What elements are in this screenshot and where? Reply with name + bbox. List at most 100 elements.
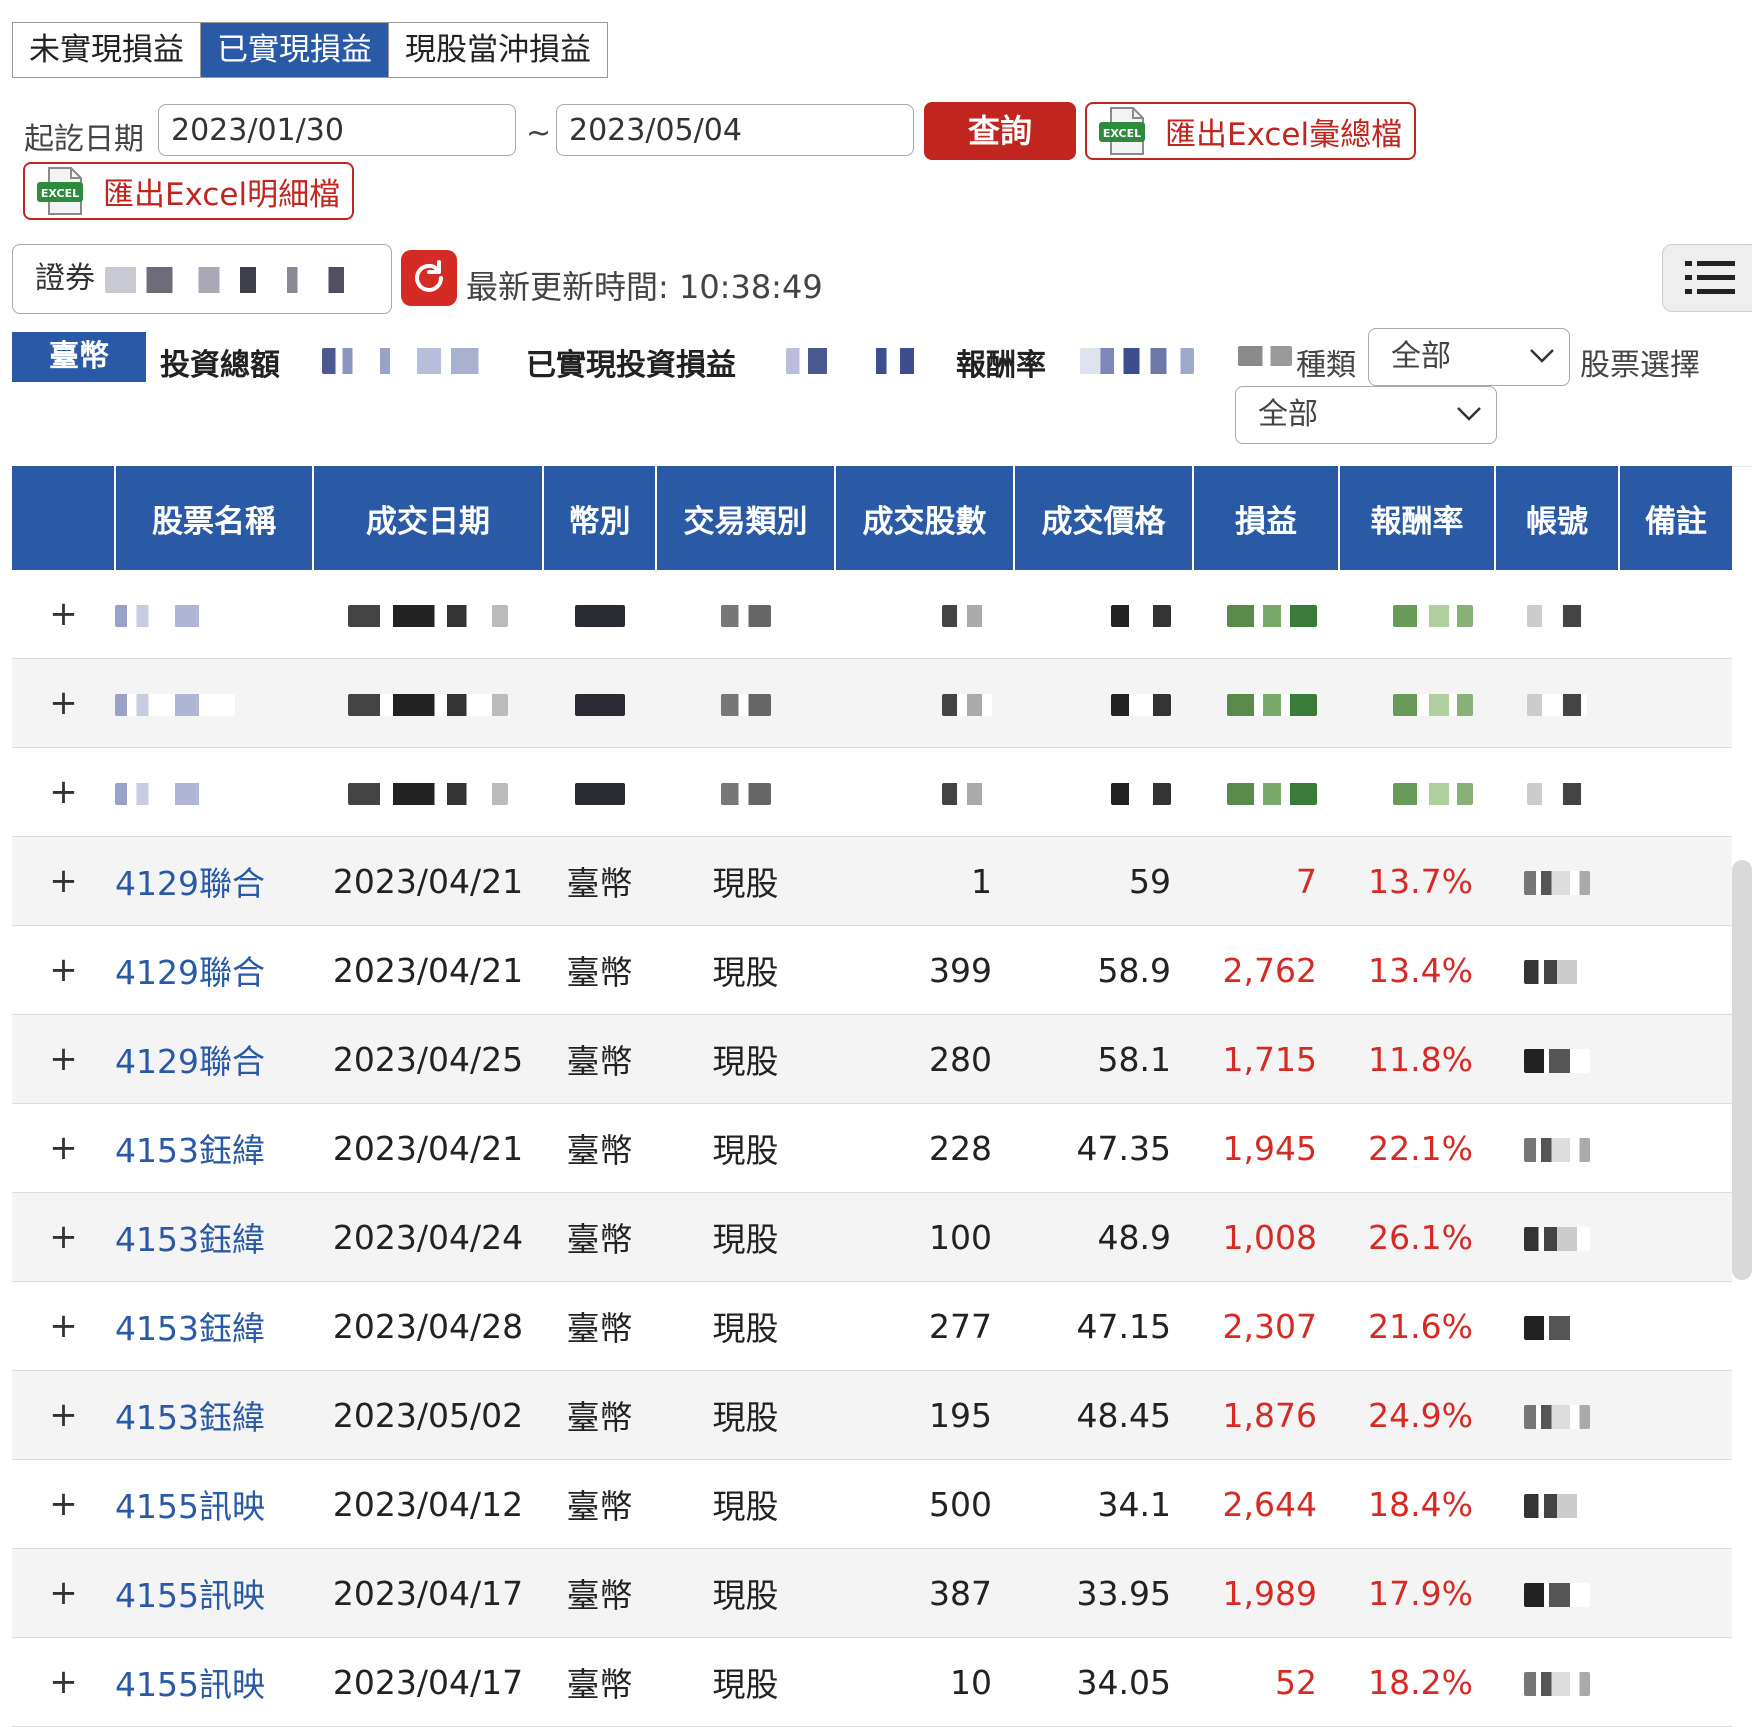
shares-cell xyxy=(835,747,1014,837)
stock-name-cell[interactable]: 4153鈺緯 xyxy=(115,1370,313,1460)
table-row[interactable]: +4155訊映 2023/04/12 臺幣 現股 500 34.1 2,644 18.4% xyxy=(12,1459,1732,1549)
tab-daytrade[interactable]: 現股當沖損益 xyxy=(389,23,607,77)
export-detail-button[interactable]: EXCEL 匯出Excel明細檔 xyxy=(23,162,355,220)
stock-name-link[interactable]: 4155訊映 xyxy=(115,1487,265,1526)
stock-name-link[interactable]: 4129聯合 xyxy=(115,953,265,992)
table-row[interactable]: + xyxy=(12,658,1732,748)
refresh-button[interactable] xyxy=(401,250,457,306)
account-select[interactable]: 證券 xyxy=(12,244,392,314)
stock-name-cell[interactable] xyxy=(115,747,313,837)
table-row[interactable]: + xyxy=(12,570,1732,659)
stock-name-cell[interactable]: 4155訊映 xyxy=(115,1548,313,1638)
stock-name-cell[interactable]: 4153鈺緯 xyxy=(115,1192,313,1282)
expand-toggle-cell[interactable]: + xyxy=(12,1548,115,1638)
expand-toggle-cell[interactable]: + xyxy=(12,570,115,659)
col-shares[interactable]: 成交股數 xyxy=(835,466,1015,570)
export-summary-button[interactable]: EXCEL 匯出Excel彙總檔 xyxy=(1085,102,1417,160)
expand-toggle-cell[interactable]: + xyxy=(12,1192,115,1282)
expand-toggle-cell[interactable]: + xyxy=(12,1370,115,1460)
expand-toggle-cell[interactable]: + xyxy=(12,836,115,926)
masked-price xyxy=(1111,694,1171,716)
type-select[interactable]: 全部 xyxy=(1368,328,1570,386)
profit-loss-cell: 52 xyxy=(1193,1637,1339,1727)
scrollbar-thumb[interactable] xyxy=(1732,860,1752,1280)
table-row[interactable]: + xyxy=(12,747,1732,837)
note-cell xyxy=(1619,570,1732,659)
account-number-cell xyxy=(1495,747,1619,837)
col-currency[interactable]: 幣別 xyxy=(543,466,657,570)
stock-name-link[interactable]: 4155訊映 xyxy=(115,1576,265,1615)
expand-toggle-cell[interactable]: + xyxy=(12,658,115,748)
stock-name-cell[interactable]: 4155訊映 xyxy=(115,1637,313,1727)
col-trade-date[interactable]: 成交日期 xyxy=(313,466,544,570)
end-date-input[interactable] xyxy=(556,104,914,156)
expand-toggle-cell[interactable]: + xyxy=(12,1637,115,1727)
stock-name-cell[interactable]: 4153鈺緯 xyxy=(115,1103,313,1193)
table-row[interactable]: +4153鈺緯 2023/04/24 臺幣 現股 100 48.9 1,008 26.1% xyxy=(12,1192,1732,1282)
tab-realized[interactable]: 已實現損益 xyxy=(201,23,389,77)
table-row[interactable]: +4129聯合 2023/04/21 臺幣 現股 399 58.9 2,762 13.4% xyxy=(12,925,1732,1015)
stock-name-cell[interactable]: 4129聯合 xyxy=(115,925,313,1015)
menu-button[interactable] xyxy=(1662,244,1752,312)
table-row[interactable]: +4129聯合 2023/04/21 臺幣 現股 1 59 7 13.7% xyxy=(12,836,1732,926)
expand-toggle-cell[interactable]: + xyxy=(12,1459,115,1549)
stock-name-link[interactable]: 4155訊映 xyxy=(115,1665,265,1704)
stock-name-link[interactable]: 4153鈺緯 xyxy=(115,1220,265,1259)
currency-cell: 臺幣 xyxy=(543,925,656,1015)
masked-trade-date xyxy=(348,694,508,716)
tab-unrealized[interactable]: 未實現損益 xyxy=(13,23,201,77)
note-cell xyxy=(1619,1281,1732,1371)
table-row[interactable]: +4153鈺緯 2023/04/28 臺幣 現股 277 47.15 2,307 21.6% xyxy=(12,1281,1732,1371)
col-return-rate[interactable]: 報酬率 xyxy=(1339,466,1496,570)
expand-toggle-cell[interactable]: + xyxy=(12,747,115,837)
stock-name-cell[interactable]: 4155訊映 xyxy=(115,1459,313,1549)
table-row[interactable]: +4153鈺緯 2023/04/21 臺幣 現股 228 47.35 1,945 22.1% xyxy=(12,1103,1732,1193)
stock-name-cell[interactable] xyxy=(115,570,313,659)
currency-cell: 臺幣 xyxy=(543,1103,656,1193)
expand-toggle-cell[interactable]: + xyxy=(12,1014,115,1104)
stock-name-cell[interactable]: 4129聯合 xyxy=(115,1014,313,1104)
masked-profit-loss xyxy=(1227,783,1317,805)
stock-name-link[interactable]: 4129聯合 xyxy=(115,1042,265,1081)
stock-name-cell[interactable]: 4129聯合 xyxy=(115,836,313,926)
stock-name-cell[interactable]: 4153鈺緯 xyxy=(115,1281,313,1371)
col-profit-loss[interactable]: 損益 xyxy=(1193,466,1340,570)
currency-tab-twd[interactable]: 臺幣 xyxy=(12,332,146,382)
col-note[interactable]: 備註 xyxy=(1619,466,1732,570)
col-trade-type[interactable]: 交易類別 xyxy=(656,466,836,570)
table-row[interactable]: +4153鈺緯 2023/05/02 臺幣 現股 195 48.45 1,876 24.9% xyxy=(12,1370,1732,1460)
masked-account-number xyxy=(1524,1138,1590,1162)
masked-account-number xyxy=(1524,1227,1590,1251)
masked-realized-pl xyxy=(786,348,922,374)
stock-name-link[interactable]: 4129聯合 xyxy=(115,864,265,903)
table-row[interactable]: +4155訊映 2023/04/17 臺幣 現股 387 33.95 1,989 17.9% xyxy=(12,1548,1732,1638)
col-stock-name[interactable]: 股票名稱 xyxy=(115,466,314,570)
masked-trade-date xyxy=(348,783,508,805)
stock-name-link[interactable]: 4153鈺緯 xyxy=(115,1398,265,1437)
trade-type-cell: 現股 xyxy=(656,1281,835,1371)
shares-cell: 10 xyxy=(835,1637,1014,1727)
stock-name-cell[interactable] xyxy=(115,658,313,748)
currency-cell xyxy=(543,658,656,748)
trade-date-cell: 2023/04/24 xyxy=(313,1192,543,1282)
table-row[interactable]: +4155訊映 2023/04/17 臺幣 現股 10 34.05 52 18.2% xyxy=(12,1637,1732,1727)
col-price[interactable]: 成交價格 xyxy=(1014,466,1194,570)
stock-select-value: 全部 xyxy=(1258,397,1318,432)
note-cell xyxy=(1619,1192,1732,1282)
shares-cell: 500 xyxy=(835,1459,1014,1549)
query-button[interactable]: 查詢 xyxy=(924,102,1076,160)
stock-select[interactable]: 全部 xyxy=(1235,386,1497,444)
col-account[interactable]: 帳號 xyxy=(1495,466,1620,570)
stock-name-link[interactable]: 4153鈺緯 xyxy=(115,1309,265,1348)
return-rate-cell: 11.8% xyxy=(1339,1014,1495,1104)
trade-date-cell xyxy=(313,570,543,659)
stock-name-link[interactable]: 4153鈺緯 xyxy=(115,1131,265,1170)
start-date-input[interactable] xyxy=(158,104,516,156)
masked-currency xyxy=(574,605,625,627)
expand-toggle-cell[interactable]: + xyxy=(12,1103,115,1193)
expand-toggle-cell[interactable]: + xyxy=(12,925,115,1015)
expand-toggle-cell[interactable]: + xyxy=(12,1281,115,1371)
table-row[interactable]: +4129聯合 2023/04/25 臺幣 現股 280 58.1 1,715 11.8% xyxy=(12,1014,1732,1104)
export-detail-label: 匯出Excel明細檔 xyxy=(103,176,341,213)
return-rate-cell: 18.2% xyxy=(1339,1637,1495,1727)
